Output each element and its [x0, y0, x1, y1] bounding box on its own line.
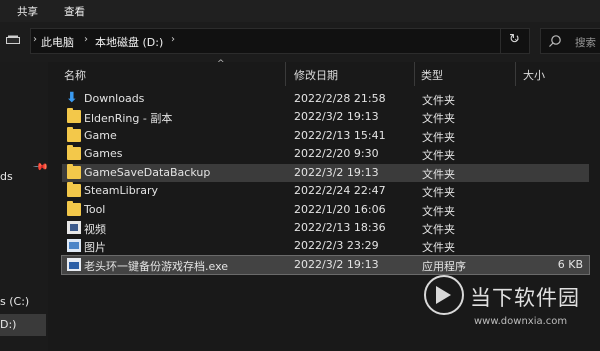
- file-type: 文件夹: [422, 149, 455, 162]
- breadcrumb-separator-icon: ›: [33, 34, 37, 45]
- file-date: 2022/3/2 19:13: [294, 110, 379, 123]
- file-date: 2022/2/3 23:29: [294, 239, 379, 252]
- download-icon: ⬇: [66, 90, 78, 106]
- file-type: 文件夹: [422, 205, 455, 218]
- folder-icon: [67, 145, 81, 160]
- file-name: Tool: [84, 203, 106, 216]
- file-name: Games: [84, 147, 123, 160]
- file-name: GameSaveDataBackup: [84, 166, 211, 179]
- file-type: 文件夹: [422, 241, 455, 254]
- file-name: 视频: [84, 223, 106, 236]
- column-header-name[interactable]: 名称: [64, 67, 86, 83]
- ribbon-bar: 共享 查看: [0, 0, 600, 22]
- file-type: 文件夹: [422, 223, 455, 236]
- breadcrumb-this-pc[interactable]: 此电脑: [41, 34, 74, 50]
- file-type: 文件夹: [422, 186, 455, 199]
- file-name: SteamLibrary: [84, 184, 158, 197]
- column-header-modified[interactable]: 修改日期: [294, 67, 338, 83]
- file-size: 6 KB: [557, 258, 583, 271]
- breadcrumb-separator-icon: ›: [84, 34, 88, 45]
- file-type: 文件夹: [422, 168, 455, 181]
- folder-icon: [67, 108, 81, 123]
- file-type: 应用程序: [422, 260, 466, 273]
- file-name: EldenRing - 副本: [84, 112, 173, 125]
- nav-item-downloads[interactable]: ds: [0, 170, 13, 183]
- tab-view[interactable]: 查看: [64, 4, 85, 19]
- tab-share[interactable]: 共享: [17, 4, 38, 19]
- exe-icon: [67, 258, 81, 271]
- search-icon: [549, 35, 561, 47]
- nav-item-drive-d[interactable]: D:): [0, 318, 16, 331]
- file-date: 2022/2/28 21:58: [294, 92, 386, 105]
- video-folder-icon: [67, 221, 81, 234]
- file-type: 文件夹: [422, 94, 455, 107]
- folder-icon: [67, 127, 81, 142]
- column-header-size[interactable]: 大小: [523, 67, 545, 83]
- file-name: Downloads: [84, 92, 145, 105]
- file-name: 图片: [84, 241, 106, 254]
- watermark-play-logo-icon: [424, 275, 464, 315]
- refresh-button[interactable]: ↻: [500, 28, 529, 54]
- refresh-icon: ↻: [509, 32, 520, 47]
- search-placeholder: 搜索: [575, 37, 596, 49]
- file-row-gamesavedatabackup[interactable]: GameSaveDataBackup 2022/3/2 19:13 文件夹: [62, 164, 589, 182]
- file-row-steamlibrary[interactable]: SteamLibrary 2022/2/24 22:47 文件夹: [62, 182, 589, 200]
- folder-icon: [67, 164, 81, 179]
- column-header-type[interactable]: 类型: [421, 67, 443, 83]
- file-date: 2022/3/2 19:13: [294, 258, 379, 271]
- watermark-url: www.downxia.com: [474, 316, 568, 327]
- file-row-tool[interactable]: Tool 2022/1/20 16:06 文件夹: [62, 201, 589, 219]
- column-header-row: ^ 名称 修改日期 类型 大小: [48, 59, 600, 86]
- file-row-eldenring-copy[interactable]: EldenRing - 副本 2022/3/2 19:13 文件夹: [62, 108, 589, 126]
- file-date: 2022/2/24 22:47: [294, 184, 386, 197]
- picture-folder-icon: [67, 239, 81, 252]
- breadcrumb-separator-icon: ›: [171, 34, 175, 45]
- file-row-game[interactable]: Game 2022/2/13 15:41 文件夹: [62, 127, 589, 145]
- nav-item-drive-c[interactable]: s (C:): [0, 295, 29, 308]
- folder-icon: [67, 182, 81, 197]
- file-date: 2022/2/13 18:36: [294, 221, 386, 234]
- file-row-downloads[interactable]: ⬇ Downloads 2022/2/28 21:58 文件夹: [62, 90, 589, 108]
- file-type: 文件夹: [422, 112, 455, 125]
- file-name: Game: [84, 129, 117, 142]
- file-row-backup-exe[interactable]: 老头环一键备份游戏存档.exe 2022/3/2 19:13 应用程序 6 KB: [61, 255, 590, 275]
- breadcrumb-local-disk[interactable]: 本地磁盘 (D:): [95, 34, 163, 50]
- file-date: 2022/3/2 19:13: [294, 166, 379, 179]
- search-field[interactable]: 搜索: [540, 28, 600, 54]
- file-date: 2022/2/20 9:30: [294, 147, 379, 160]
- sort-ascending-icon: ^: [217, 59, 225, 69]
- column-divider[interactable]: [515, 62, 516, 86]
- file-name: 老头环一键备份游戏存档.exe: [84, 260, 229, 273]
- column-divider[interactable]: [285, 62, 286, 86]
- file-row-videos[interactable]: 视频 2022/2/13 18:36 文件夹: [62, 219, 589, 237]
- file-date: 2022/1/20 16:06: [294, 203, 386, 216]
- file-row-games[interactable]: Games 2022/2/20 9:30 文件夹: [62, 145, 589, 163]
- file-type: 文件夹: [422, 131, 455, 144]
- navigation-pane: 📌 ds s (C:) D:): [0, 62, 48, 351]
- file-date: 2022/2/13 15:41: [294, 129, 386, 142]
- watermark-title: 当下软件园: [470, 286, 580, 310]
- folder-icon: [67, 201, 81, 216]
- address-field[interactable]: › 此电脑 › 本地磁盘 (D:) › ⌄: [30, 28, 530, 54]
- drive-icon: [6, 35, 20, 44]
- column-divider[interactable]: [414, 62, 415, 86]
- pin-icon[interactable]: 📌: [32, 159, 48, 176]
- file-row-pictures[interactable]: 图片 2022/2/3 23:29 文件夹: [62, 237, 589, 255]
